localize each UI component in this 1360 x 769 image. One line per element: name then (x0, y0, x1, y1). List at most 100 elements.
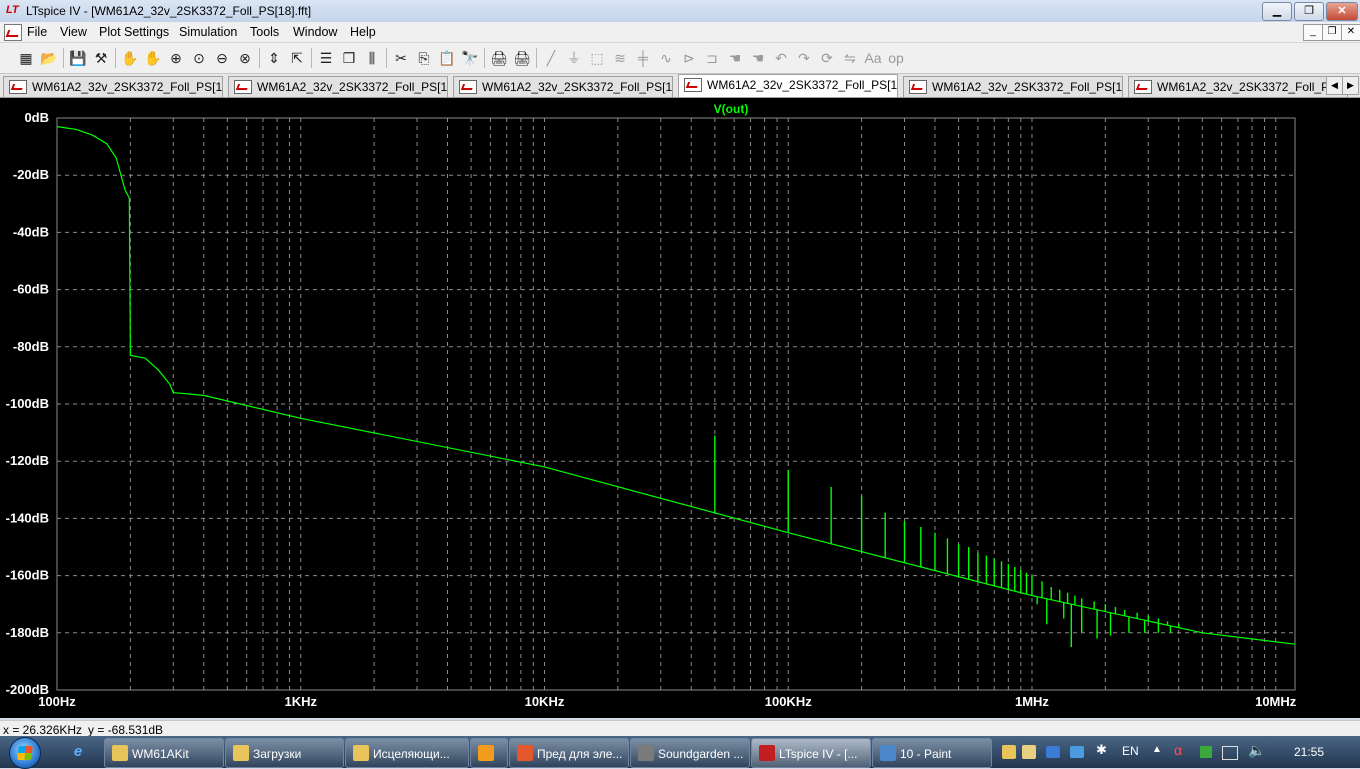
capacitor-icon[interactable]: ╪ (633, 48, 653, 68)
tray-bluetooth-icon[interactable]: ✱ (1096, 742, 1107, 758)
toolbar-separator (484, 48, 485, 68)
toolbar: ▦ 📂 💾 ⚒ ✋ ✋ ⊕ ⊙ ⊖ ⊗ ⇕ ⇱ ☰ ❐ ⫼ ✂ ⎘ 📋 🔭 🖨 🖨 ╱ ⏚ ⬚ ≋ ╪ ∿ ⊳ ⊐ ☚ ☚ ↶ ↷ ⟳ ⇋ Aa op (0, 43, 1360, 74)
zoom-out-icon[interactable]: ⊖ (212, 48, 232, 68)
menu-plot-settings[interactable]: Plot Settings (99, 25, 169, 39)
drag-icon[interactable]: ☚ (748, 48, 768, 68)
mdi-close-button[interactable]: ✕ (1341, 24, 1360, 41)
menu-help[interactable]: Help (350, 25, 376, 39)
taskbar-button-label: Пред для эле... (537, 747, 623, 761)
move-icon[interactable]: ☚ (725, 48, 745, 68)
new-schematic-icon[interactable]: ▦ (16, 48, 36, 68)
taskbar-button[interactable] (470, 738, 508, 768)
y-tick-label: -160dB (6, 568, 49, 583)
tab-scroll-right-button[interactable]: ▶ (1342, 76, 1359, 95)
mirror-icon[interactable]: ⇋ (840, 48, 860, 68)
fft-plot[interactable]: 0dB -20dB -40dB -60dB -80dB -100dB -120dB -140d… (0, 98, 1360, 718)
start-button[interactable] (9, 737, 41, 769)
tray-folder-icon[interactable] (1002, 745, 1016, 759)
waveform-icon (9, 80, 27, 94)
menu-simulation[interactable]: Simulation (179, 25, 237, 39)
volume-icon[interactable]: 🔈 (1248, 742, 1265, 759)
label-net-icon[interactable]: ⬚ (587, 48, 607, 68)
menu-window[interactable]: Window (293, 25, 337, 39)
menu-file[interactable]: File (27, 25, 47, 39)
minimize-button[interactable]: ▁ (1262, 2, 1292, 21)
tab-document[interactable]: WM61A2_32v_2SK3372_Foll_PS[18].fft (678, 74, 898, 97)
autorange-icon[interactable]: ⇕ (264, 48, 284, 68)
mdi-minimize-button[interactable]: _ (1303, 24, 1323, 41)
x-tick-label: 100KHz (765, 694, 812, 709)
toolbar-separator (536, 48, 537, 68)
tab-document[interactable]: WM61A2_32v_2SK3372_Foll_PS[20].fft (1128, 76, 1348, 97)
pan-icon[interactable]: ✋ (143, 48, 163, 68)
find-icon[interactable]: 🔭 (460, 48, 480, 68)
cut-icon[interactable]: ✂ (391, 48, 411, 68)
tab-document[interactable]: WM61A2_32v_2SK3372_Foll_PS[15].fft (3, 76, 223, 97)
tab-label: WM61A2_32v_2SK3372_Foll_PS[18].fft (707, 77, 898, 92)
waveform-icon (684, 78, 702, 92)
cancel-zoom-icon[interactable]: ⊗ (235, 48, 255, 68)
x-tick-label: 10KHz (525, 694, 565, 709)
undo-icon[interactable]: ↶ (771, 48, 791, 68)
y-tick-label: -40dB (13, 224, 49, 239)
copy-icon[interactable]: ⎘ (414, 48, 434, 68)
draw-wire-icon[interactable]: ╱ (541, 48, 561, 68)
tab-document[interactable]: WM61A2_32v_2SK3372_Foll_PS[19].fft (903, 76, 1123, 97)
show-hidden-icons-chevron-icon[interactable]: ▲ (1152, 744, 1162, 755)
tray-network-icon[interactable] (1046, 746, 1060, 758)
ground-icon[interactable]: ⏚ (564, 48, 584, 68)
diode-icon[interactable]: ⊳ (679, 48, 699, 68)
taskbar-button-label: 10 - Paint (900, 747, 952, 761)
tile-horizontally-icon[interactable]: ☰ (316, 48, 336, 68)
clock[interactable]: 21:55 (1294, 745, 1324, 759)
tray-display-icon[interactable] (1070, 746, 1084, 758)
open-icon[interactable]: 📂 (39, 48, 59, 68)
cascade-icon[interactable]: ❐ (339, 48, 359, 68)
zoom-in-icon[interactable]: ⊕ (166, 48, 186, 68)
menu-tools[interactable]: Tools (250, 25, 279, 39)
tray-monitor-icon[interactable] (1222, 746, 1238, 760)
tab-document[interactable]: WM61A2_32v_2SK3372_Foll_PS[16].fft (228, 76, 448, 97)
taskbar-button[interactable]: Soundgarden ... (630, 738, 750, 768)
language-indicator[interactable]: EN (1122, 744, 1139, 758)
taskbar-button[interactable]: Загрузки (225, 738, 344, 768)
ie-icon[interactable]: e (66, 740, 90, 764)
document-icon[interactable] (4, 24, 22, 41)
menu-view[interactable]: View (60, 25, 87, 39)
zoom-extents-icon[interactable]: ⇱ (287, 48, 307, 68)
taskbar-button[interactable]: Пред для эле... (509, 738, 629, 768)
resistor-icon[interactable]: ≋ (610, 48, 630, 68)
toolbar-separator (63, 48, 64, 68)
spice-directive-icon[interactable]: op (886, 48, 906, 68)
halt-icon[interactable]: ✋ (120, 48, 140, 68)
tab-document[interactable]: WM61A2_32v_2SK3372_Foll_PS[17].fft (453, 76, 673, 97)
tab-scroll-left-button[interactable]: ◀ (1326, 76, 1343, 95)
inductor-icon[interactable]: ∿ (656, 48, 676, 68)
trace-label-vout[interactable]: V(out) (714, 102, 749, 116)
save-icon[interactable]: 💾 (68, 48, 88, 68)
print-preview-icon[interactable]: 🖨 (489, 48, 509, 68)
zoom-around-icon[interactable]: ⊙ (189, 48, 209, 68)
paste-icon[interactable]: 📋 (437, 48, 457, 68)
taskbar-button[interactable]: Исцеляющи... (345, 738, 469, 768)
restore-button[interactable]: ❐ (1294, 2, 1324, 21)
system-tray: ✱ EN ▲ α 🔈 21:55 (1000, 736, 1360, 768)
taskbar-button[interactable]: 10 - Paint (872, 738, 992, 768)
control-panel-icon[interactable]: ⚒ (91, 48, 111, 68)
print-icon[interactable]: 🖨 (512, 48, 532, 68)
tray-green-icon[interactable] (1200, 746, 1212, 758)
close-button[interactable]: ✕ (1326, 2, 1358, 21)
rotate-icon[interactable]: ⟳ (817, 48, 837, 68)
tray-notes-icon[interactable] (1022, 745, 1036, 759)
tray-alpha-icon[interactable]: α (1174, 742, 1182, 758)
tile-vertically-icon[interactable]: ⫼ (362, 48, 382, 68)
x-tick-label: 100Hz (38, 694, 76, 709)
redo-icon[interactable]: ↷ (794, 48, 814, 68)
taskbar-button[interactable]: WM61AKit (104, 738, 224, 768)
taskbar-button[interactable]: LTspice IV - [... (751, 738, 871, 768)
toolbar-separator (115, 48, 116, 68)
component-icon[interactable]: ⊐ (702, 48, 722, 68)
waveform-plot-window[interactable]: 0dB -20dB -40dB -60dB -80dB -100dB -120dB -140d… (0, 98, 1360, 718)
mdi-restore-button[interactable]: ❐ (1322, 24, 1342, 41)
text-icon[interactable]: Aa (863, 48, 883, 68)
